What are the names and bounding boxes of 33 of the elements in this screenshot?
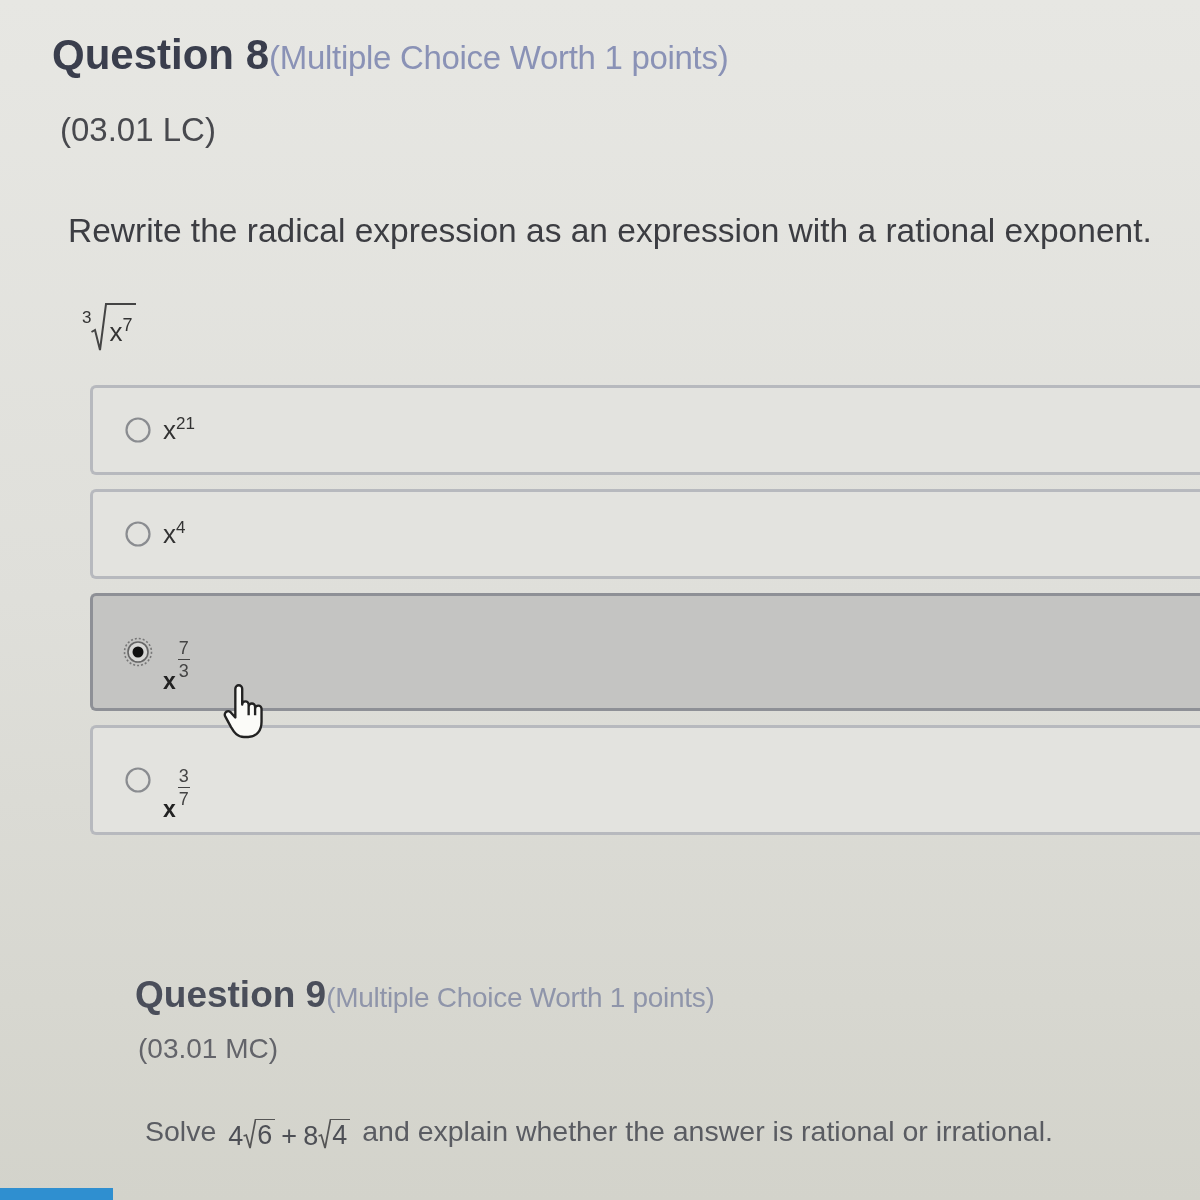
exponent-fraction: 3 7 [177,766,190,808]
question-text: Rewrite the radical expression as an expression with a rational exponent. [68,211,1152,251]
answer-text: x$^{4}$ [163,518,186,550]
question-meta: (Multiple Choice Worth 1 points) [269,39,729,77]
answer-text: x$^{21}$ [163,414,195,446]
answer-option[interactable]: x 7 3 [90,593,1200,711]
question-code: (03.01 MC) [138,1033,279,1065]
question-meta: (Multiple Choice Worth 1 points) [326,982,715,1014]
radio-button[interactable] [123,519,153,549]
question-title: Question 9 [135,973,327,1017]
question-text: Solve [145,1114,217,1148]
base-text: x [163,797,176,820]
exponent-fraction: 7 3 [177,638,190,680]
root-index: 3 [82,309,92,326]
radio-button[interactable] [123,637,153,667]
answer-option[interactable]: x$^{21}$ [90,385,1200,475]
answer-option[interactable]: x$^{4}$ [90,489,1200,579]
coefficient-text: 8 [303,1120,319,1151]
radical-sign-icon [318,1119,332,1149]
radicand-text: 4 [331,1119,351,1149]
coefficient-text: 4 [228,1120,244,1151]
question-text: and explain whether the answer is rational or irrational. [362,1114,1053,1148]
radical-sign-icon [91,303,108,351]
question-title: Question 8 [52,30,270,80]
radicand-text: x$^{7}$ [107,303,137,351]
answer-option[interactable]: x 3 7 [90,725,1200,835]
radio-button[interactable] [123,415,153,445]
radical-sign-icon [243,1119,257,1149]
radio-button[interactable] [123,765,153,795]
operator-text: + [281,1120,298,1151]
radicand-text: 6 [256,1119,276,1149]
question-code: (03.01 LC) [60,111,216,149]
base-text: x [163,669,176,692]
